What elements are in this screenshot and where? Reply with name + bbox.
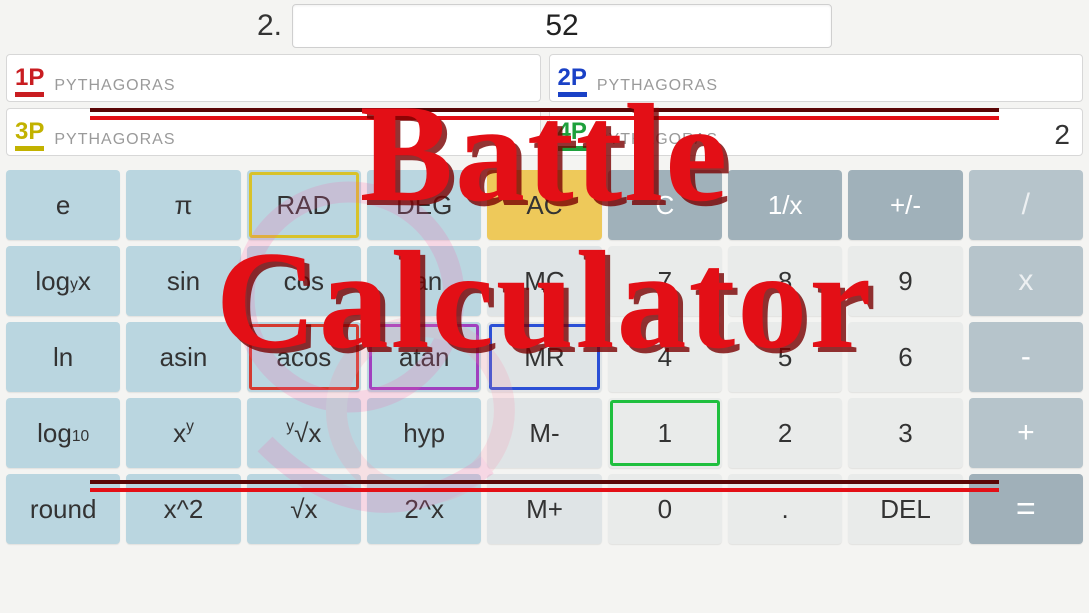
- title-stroke-bottom: [90, 488, 999, 492]
- player-1-tag: 1P: [15, 66, 44, 97]
- key-deg[interactable]: DEG: [367, 170, 481, 240]
- key-7[interactable]: 7: [608, 246, 722, 316]
- problem-index: 2.: [257, 9, 282, 43]
- key-decimal[interactable]: .: [728, 474, 842, 544]
- key-subtract[interactable]: -: [969, 322, 1083, 392]
- key-log10[interactable]: log10: [6, 398, 120, 468]
- main-display: 52: [292, 4, 832, 48]
- key-2-pow-x[interactable]: 2^x: [367, 474, 481, 544]
- key-m-plus[interactable]: M+: [487, 474, 601, 544]
- key-c[interactable]: C: [608, 170, 722, 240]
- key-mc[interactable]: MC: [487, 246, 601, 316]
- key-x-pow-y[interactable]: xy: [126, 398, 240, 468]
- key-8[interactable]: 8: [728, 246, 842, 316]
- player-3-tag: 3P: [15, 120, 44, 151]
- key-hyp[interactable]: hyp: [367, 398, 481, 468]
- player-1-label: PYTHAGORAS: [54, 77, 175, 97]
- player-2-tag: 2P: [558, 66, 587, 97]
- key-cos[interactable]: cos: [247, 246, 361, 316]
- key-9[interactable]: 9: [848, 246, 962, 316]
- player-4-label: PYTHAGORAS: [597, 131, 718, 151]
- key-reciprocal[interactable]: 1/x: [728, 170, 842, 240]
- keypad: e π RAD DEG AC C 1/x +/- / logyx sin cos…: [0, 164, 1089, 550]
- key-2[interactable]: 2: [728, 398, 842, 468]
- key-round[interactable]: round: [6, 474, 120, 544]
- key-5[interactable]: 5: [728, 322, 842, 392]
- player-3-label: PYTHAGORAS: [54, 131, 175, 151]
- player-2-panel: 2P PYTHAGORAS: [549, 54, 1084, 102]
- title-stroke-top-dark: [90, 108, 999, 112]
- title-stroke-bottom-dark: [90, 480, 999, 484]
- key-y-root-x[interactable]: y√x: [247, 398, 361, 468]
- key-asin[interactable]: asin: [126, 322, 240, 392]
- title-stroke-top: [90, 116, 999, 120]
- key-sign[interactable]: +/-: [848, 170, 962, 240]
- key-pi[interactable]: π: [126, 170, 240, 240]
- key-6[interactable]: 6: [848, 322, 962, 392]
- key-1[interactable]: 1: [608, 398, 722, 468]
- key-tan[interactable]: tan: [367, 246, 481, 316]
- key-m-minus[interactable]: M-: [487, 398, 601, 468]
- key-ln[interactable]: ln: [6, 322, 120, 392]
- key-add[interactable]: +: [969, 398, 1083, 468]
- key-sin[interactable]: sin: [126, 246, 240, 316]
- key-4[interactable]: 4: [608, 322, 722, 392]
- key-ac[interactable]: AC: [487, 170, 601, 240]
- key-divide[interactable]: /: [969, 170, 1083, 240]
- key-e[interactable]: e: [6, 170, 120, 240]
- key-mr[interactable]: MR: [487, 322, 601, 392]
- key-acos[interactable]: acos: [247, 322, 361, 392]
- key-x-squared[interactable]: x^2: [126, 474, 240, 544]
- key-0[interactable]: 0: [608, 474, 722, 544]
- player-4-score: 2: [1054, 119, 1074, 151]
- player-1-panel: 1P PYTHAGORAS: [6, 54, 541, 102]
- key-del[interactable]: DEL: [848, 474, 962, 544]
- key-atan[interactable]: atan: [367, 322, 481, 392]
- player-4-tag: 4P: [558, 120, 587, 151]
- key-sqrt[interactable]: √x: [247, 474, 361, 544]
- top-bar: 2. 52: [0, 0, 1089, 54]
- key-3[interactable]: 3: [848, 398, 962, 468]
- key-logyx[interactable]: logyx: [6, 246, 120, 316]
- key-rad[interactable]: RAD: [247, 170, 361, 240]
- player-2-label: PYTHAGORAS: [597, 77, 718, 97]
- key-equals[interactable]: =: [969, 474, 1083, 544]
- key-multiply[interactable]: x: [969, 246, 1083, 316]
